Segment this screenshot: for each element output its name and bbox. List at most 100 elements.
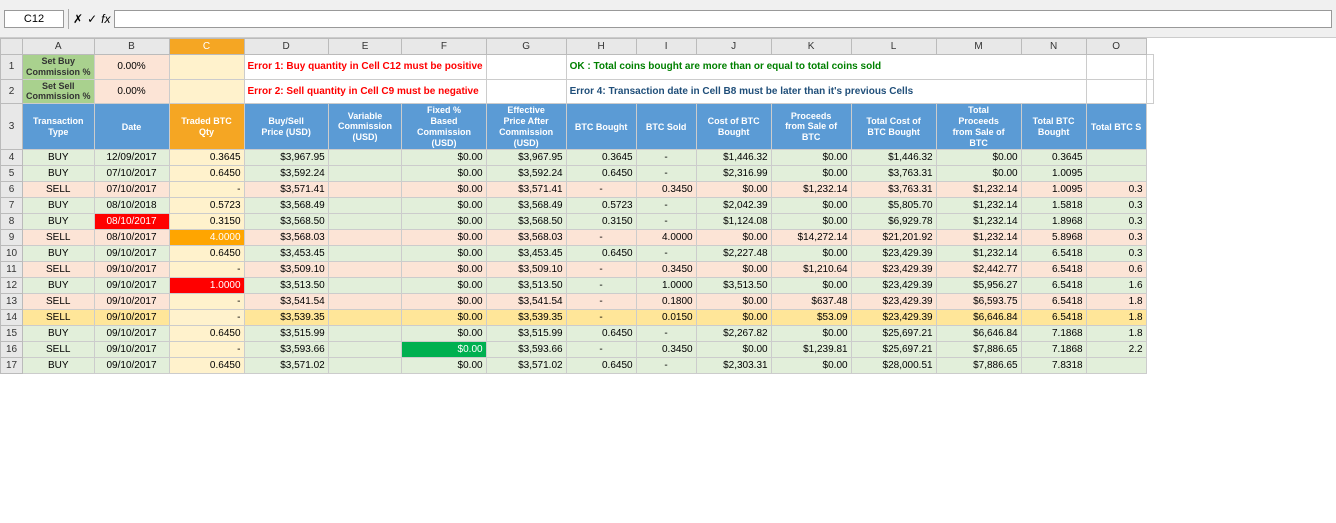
cell-5e[interactable]: [328, 166, 402, 182]
col-header-d[interactable]: D: [244, 39, 328, 55]
cell-10i[interactable]: -: [636, 246, 696, 262]
col-header-e[interactable]: E: [328, 39, 402, 55]
cell-13j[interactable]: $0.00: [696, 294, 771, 310]
cell-12h[interactable]: -: [566, 278, 636, 294]
cell-14o[interactable]: 1.8: [1086, 310, 1146, 326]
cell-16k[interactable]: $1,239.81: [771, 342, 851, 358]
cell-7o[interactable]: 0.3: [1086, 198, 1146, 214]
cell-5o[interactable]: [1086, 166, 1146, 182]
cell-15h[interactable]: 0.6450: [566, 326, 636, 342]
cell-13m[interactable]: $6,593.75: [936, 294, 1021, 310]
cell-4n[interactable]: 0.3645: [1021, 150, 1086, 166]
cell-9a[interactable]: SELL: [23, 230, 95, 246]
cell-12o[interactable]: 1.6: [1086, 278, 1146, 294]
cell-6j[interactable]: $0.00: [696, 182, 771, 198]
cell-10j[interactable]: $2,227.48: [696, 246, 771, 262]
cell-9k[interactable]: $14,272.14: [771, 230, 851, 246]
cell-5f[interactable]: $0.00: [402, 166, 486, 182]
cell-12l[interactable]: $23,429.39: [851, 278, 936, 294]
cell-11a[interactable]: SELL: [23, 262, 95, 278]
cell-17g[interactable]: $3,571.02: [486, 358, 566, 374]
cell-10a[interactable]: BUY: [23, 246, 95, 262]
cell-14g[interactable]: $3,539.35: [486, 310, 566, 326]
cell-10h[interactable]: 0.6450: [566, 246, 636, 262]
cell-10c[interactable]: 0.6450: [169, 246, 244, 262]
cell-7a[interactable]: BUY: [23, 198, 95, 214]
cell-9m[interactable]: $1,232.14: [936, 230, 1021, 246]
cell-4i[interactable]: -: [636, 150, 696, 166]
cell-5n[interactable]: 1.0095: [1021, 166, 1086, 182]
cell-13b[interactable]: 09/10/2017: [94, 294, 169, 310]
cell-16d[interactable]: $3,593.66: [244, 342, 328, 358]
cell-8n[interactable]: 1.8968: [1021, 214, 1086, 230]
cell-11d[interactable]: $3,509.10: [244, 262, 328, 278]
cell-5b[interactable]: 07/10/2017: [94, 166, 169, 182]
cell-7f[interactable]: $0.00: [402, 198, 486, 214]
cell-17e[interactable]: [328, 358, 402, 374]
cell-14h[interactable]: -: [566, 310, 636, 326]
cell-14m[interactable]: $6,646.84: [936, 310, 1021, 326]
cell-9c[interactable]: 4.0000: [169, 230, 244, 246]
cell-13c[interactable]: -: [169, 294, 244, 310]
cell-16l[interactable]: $25,697.21: [851, 342, 936, 358]
cell-15i[interactable]: -: [636, 326, 696, 342]
cell-13g[interactable]: $3,541.54: [486, 294, 566, 310]
cell-10e[interactable]: [328, 246, 402, 262]
col-header-c[interactable]: C: [169, 39, 244, 55]
cell-15l[interactable]: $25,697.21: [851, 326, 936, 342]
cell-4l[interactable]: $1,446.32: [851, 150, 936, 166]
cell-6k[interactable]: $1,232.14: [771, 182, 851, 198]
cell-6l[interactable]: $3,763.31: [851, 182, 936, 198]
cell-5i[interactable]: -: [636, 166, 696, 182]
cell-11o[interactable]: 0.6: [1086, 262, 1146, 278]
cell-16h[interactable]: -: [566, 342, 636, 358]
cell-7g[interactable]: $3,568.49: [486, 198, 566, 214]
cell-4j[interactable]: $1,446.32: [696, 150, 771, 166]
cell-12b[interactable]: 09/10/2017: [94, 278, 169, 294]
cell-14k[interactable]: $53.09: [771, 310, 851, 326]
cell-15f[interactable]: $0.00: [402, 326, 486, 342]
cell-13f[interactable]: $0.00: [402, 294, 486, 310]
cell-10b[interactable]: 09/10/2017: [94, 246, 169, 262]
cell-14l[interactable]: $23,429.39: [851, 310, 936, 326]
cell-8c[interactable]: 0.3150: [169, 214, 244, 230]
cell-7m[interactable]: $1,232.14: [936, 198, 1021, 214]
cell-16g[interactable]: $3,593.66: [486, 342, 566, 358]
cell-14j[interactable]: $0.00: [696, 310, 771, 326]
cell-6h[interactable]: -: [566, 182, 636, 198]
cell-12g[interactable]: $3,513.50: [486, 278, 566, 294]
cell-12a[interactable]: BUY: [23, 278, 95, 294]
col-header-b[interactable]: B: [94, 39, 169, 55]
cell-17f[interactable]: $0.00: [402, 358, 486, 374]
cell-9n[interactable]: 5.8968: [1021, 230, 1086, 246]
col-header-o[interactable]: O: [1086, 39, 1146, 55]
cell-6c[interactable]: -: [169, 182, 244, 198]
col-header-j[interactable]: J: [696, 39, 771, 55]
cell-11c[interactable]: -: [169, 262, 244, 278]
cell-16f[interactable]: $0.00: [402, 342, 486, 358]
cell-14b[interactable]: 09/10/2017: [94, 310, 169, 326]
cell-14c[interactable]: -: [169, 310, 244, 326]
cell-16c[interactable]: -: [169, 342, 244, 358]
cell-16n[interactable]: 7.1868: [1021, 342, 1086, 358]
cell-11l[interactable]: $23,429.39: [851, 262, 936, 278]
cell-9d[interactable]: $3,568.03: [244, 230, 328, 246]
cell-15b[interactable]: 09/10/2017: [94, 326, 169, 342]
cell-11n[interactable]: 6.5418: [1021, 262, 1086, 278]
col-header-n[interactable]: N: [1021, 39, 1086, 55]
cell-5l[interactable]: $3,763.31: [851, 166, 936, 182]
cell-9i[interactable]: 4.0000: [636, 230, 696, 246]
cell-13l[interactable]: $23,429.39: [851, 294, 936, 310]
cell-11g[interactable]: $3,509.10: [486, 262, 566, 278]
set-buy-commission-value[interactable]: 0.00%: [94, 55, 169, 80]
cell-15j[interactable]: $2,267.82: [696, 326, 771, 342]
cell-11m[interactable]: $2,442.77: [936, 262, 1021, 278]
cell-4e[interactable]: [328, 150, 402, 166]
cell-7b[interactable]: 08/10/2018: [94, 198, 169, 214]
cell-16o[interactable]: 2.2: [1086, 342, 1146, 358]
cell-7c[interactable]: 0.5723: [169, 198, 244, 214]
cell-12j[interactable]: $3,513.50: [696, 278, 771, 294]
cell-17j[interactable]: $2,303.31: [696, 358, 771, 374]
cell-6n[interactable]: 1.0095: [1021, 182, 1086, 198]
cell-15a[interactable]: BUY: [23, 326, 95, 342]
